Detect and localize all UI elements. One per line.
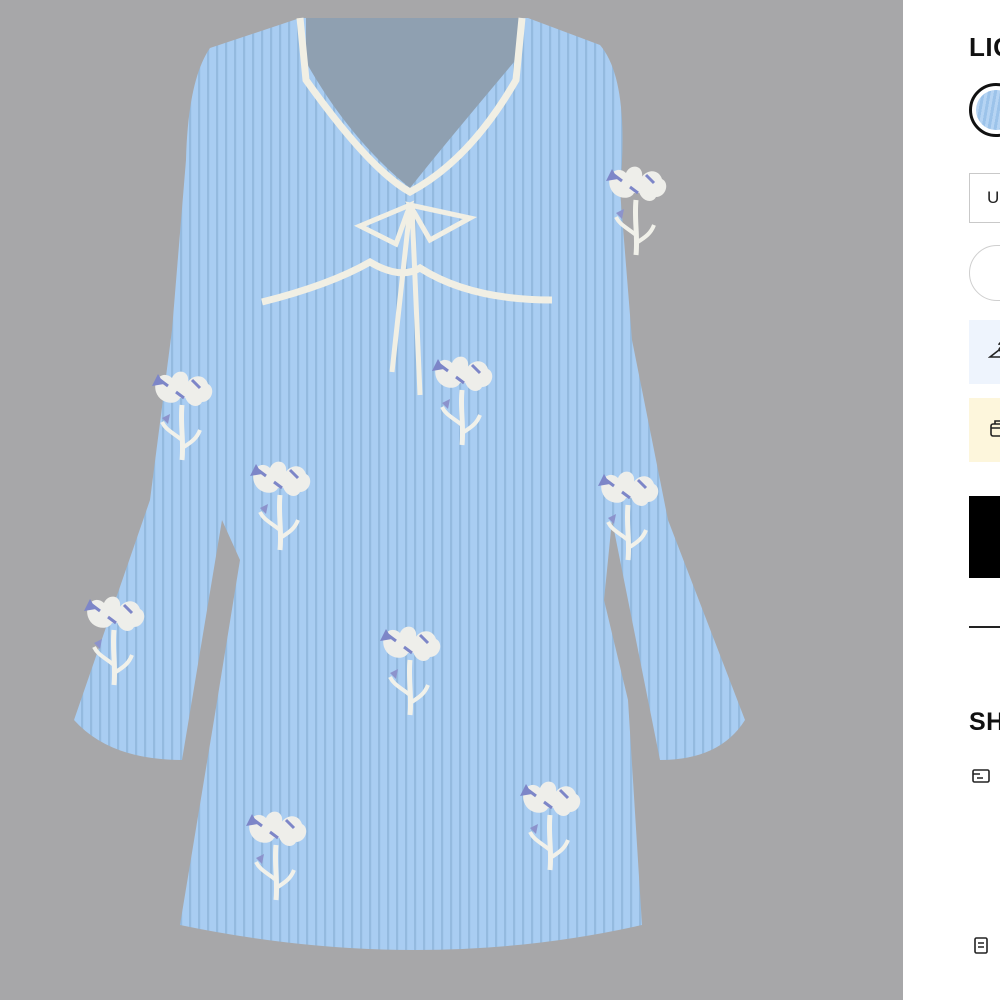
fit-info-banner[interactable]: [969, 320, 1000, 384]
shipping-section-title: SH: [969, 708, 1000, 736]
swatch-thumbnail: [976, 90, 1000, 130]
clipboard-icon: [971, 935, 991, 960]
color-swatch-selected[interactable]: [969, 83, 1000, 137]
hanger-icon: [987, 340, 1000, 367]
delivery-info-banner[interactable]: [969, 398, 1000, 462]
color-name-label: LIG: [969, 32, 1000, 62]
add-to-cart-button[interactable]: [969, 496, 1000, 578]
section-divider: [969, 626, 1000, 628]
package-icon: [988, 418, 1000, 445]
product-image: [74, 17, 745, 950]
size-select[interactable]: U: [969, 173, 1000, 223]
shipping-card-icon: [971, 766, 991, 791]
product-details-panel: LIG U SH: [903, 0, 1000, 1000]
quantity-stepper[interactable]: [969, 245, 1000, 301]
product-image-gallery: [0, 0, 903, 1000]
